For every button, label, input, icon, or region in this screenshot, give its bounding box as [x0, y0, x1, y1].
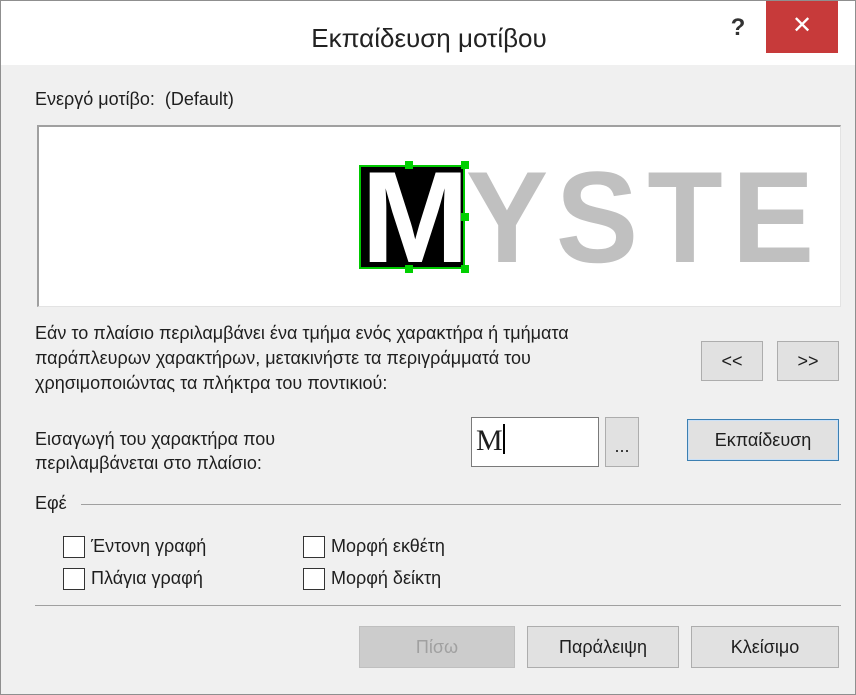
character-preview[interactable]: M Y S T E — [37, 125, 841, 307]
text-caret — [502, 424, 505, 454]
effects-group-label: Εφέ — [35, 493, 67, 513]
back-button[interactable]: Πίσω — [359, 626, 515, 668]
preview-character: S — [555, 144, 639, 290]
footer-divider — [35, 605, 841, 606]
superscript-label[interactable]: Μορφή εκθέτη — [331, 536, 445, 557]
active-pattern-value: (Default) — [164, 89, 234, 109]
italic-checkbox[interactable] — [63, 568, 85, 590]
selection-handle[interactable] — [405, 265, 413, 273]
subscript-checkbox[interactable] — [303, 568, 325, 590]
superscript-checkbox[interactable] — [303, 536, 325, 558]
bold-label[interactable]: Έντονη γραφή — [91, 536, 206, 557]
active-pattern-label: Ενεργό μοτίβο: (Default) — [35, 89, 234, 109]
close-window-button[interactable]: ✕ — [766, 1, 838, 53]
help-button[interactable]: ? — [720, 11, 756, 47]
effects-divider — [81, 504, 841, 505]
instructions-text: Εάν το πλαίσιο περιλαμβάνει ένα τμήμα εν… — [35, 323, 569, 393]
bold-checkbox[interactable] — [63, 536, 85, 558]
train-button[interactable]: Εκπαίδευση — [687, 419, 839, 461]
preview-character: Y — [465, 144, 549, 290]
pattern-training-dialog: Εκπαίδευση μοτίβου ? ✕ Ενεργό μοτίβο: (D… — [0, 0, 856, 695]
character-selection-box[interactable]: M — [359, 144, 470, 290]
skip-button[interactable]: Παράλειψη — [527, 626, 679, 668]
preview-character: E — [731, 144, 815, 290]
selection-handle[interactable] — [405, 161, 413, 169]
previous-character-button[interactable]: << — [701, 341, 763, 381]
next-character-button[interactable]: >> — [777, 341, 839, 381]
close-button[interactable]: Κλείσιμο — [691, 626, 839, 668]
character-entry-label: Εισαγωγή του χαρακτήρα που περιλαμβάνετα… — [35, 429, 276, 473]
subscript-label[interactable]: Μορφή δείκτη — [331, 568, 441, 589]
italic-label[interactable]: Πλάγια γραφή — [91, 568, 203, 589]
selected-character-glyph: M — [361, 144, 470, 290]
preview-character: T — [647, 144, 723, 290]
character-input[interactable]: M — [471, 417, 599, 467]
character-map-button[interactable]: ... — [605, 417, 639, 467]
